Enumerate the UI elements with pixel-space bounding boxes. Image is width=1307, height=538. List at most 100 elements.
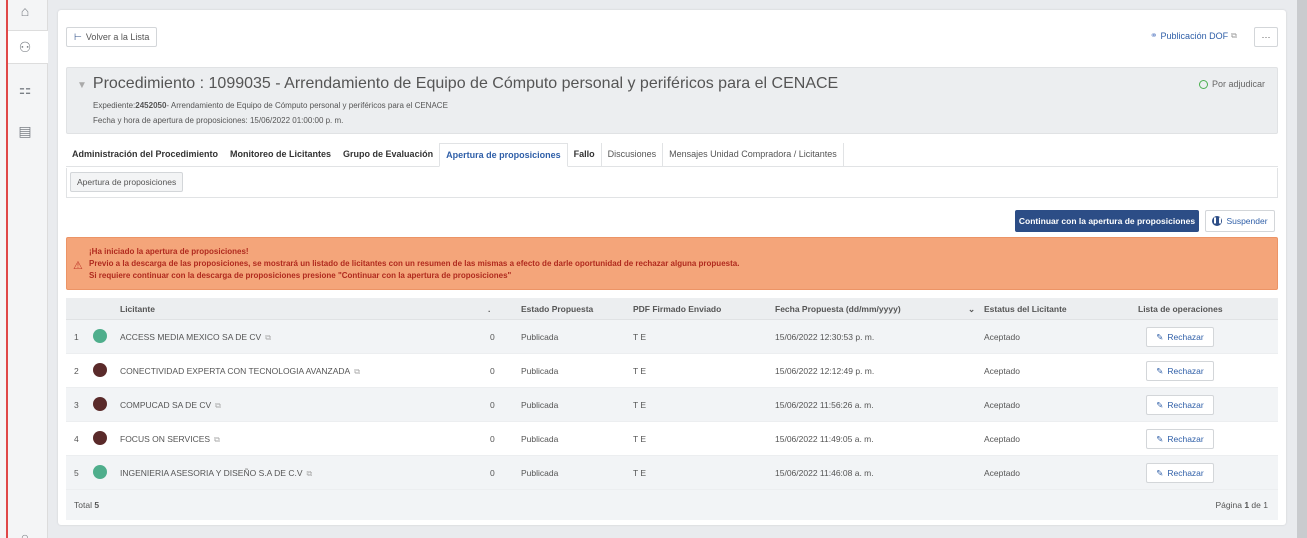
reject-button[interactable]: ✎ Rechazar xyxy=(1146,463,1214,483)
pdf-signed: T E xyxy=(633,400,647,410)
tab-mensajes[interactable]: Mensajes Unidad Compradora / Licitantes xyxy=(662,143,844,166)
suspend-button[interactable]: ❚❚ Suspender xyxy=(1205,210,1275,232)
proposal-date: 15/06/2022 11:56:26 a. m. xyxy=(775,400,874,410)
external-link-icon[interactable]: ⧉ xyxy=(265,333,271,342)
back-to-list-button[interactable]: ⊢ Volver a la Lista xyxy=(66,27,158,47)
expediente-label: Expediente: xyxy=(93,101,136,110)
subtab-apertura[interactable]: Apertura de proposiciones xyxy=(70,172,184,192)
total-value: 5 xyxy=(94,500,100,510)
tab-administracion[interactable]: Administración del Procedimiento xyxy=(66,143,224,166)
back-to-list-label: Volver a la Lista xyxy=(85,32,150,42)
edit-icon: ✎ xyxy=(1156,433,1164,444)
bidder-avatar-icon xyxy=(93,397,107,411)
proposal-state: Publicada xyxy=(521,468,559,478)
dof-publication-link[interactable]: ⚭ Publicación DOF ⧉ xyxy=(1150,30,1237,41)
proposal-date: 15/06/2022 12:12:49 p. m. xyxy=(775,366,875,376)
tab-discusiones[interactable]: Discusiones xyxy=(600,143,663,166)
external-link-icon[interactable]: ⧉ xyxy=(215,401,221,410)
reject-button[interactable]: ✎ Rechazar xyxy=(1146,429,1214,449)
reject-button[interactable]: ✎ Rechazar xyxy=(1146,327,1214,347)
sort-chevron-icon[interactable]: ⌄ xyxy=(968,304,975,315)
reject-label: Rechazar xyxy=(1167,468,1204,478)
left-rail: ⌂ ⚇ ⚏ ▤ ○ xyxy=(0,0,48,538)
edit-icon: ✎ xyxy=(1156,467,1164,478)
reject-button[interactable]: ✎ Rechazar xyxy=(1146,395,1214,415)
edit-icon: ✎ xyxy=(1156,399,1164,410)
procedure-tabs: Administración del Procedimiento Monitor… xyxy=(66,143,1278,167)
expediente-line: Expediente:2452050- Arrendamiento de Equ… xyxy=(93,101,448,110)
scrollbar[interactable] xyxy=(1297,0,1307,538)
alert-line-3: Si requiere continuar con la descarga de… xyxy=(89,271,512,280)
bidder-name-text: INGENIERIA ASESORIA Y DISEÑO S.A DE C.V xyxy=(120,468,303,478)
proposal-count: 0 xyxy=(490,468,495,478)
alert-line-1: ¡Ha iniciado la apertura de proposicione… xyxy=(89,247,249,256)
proposal-state: Publicada xyxy=(521,400,559,410)
expediente-desc: - Arrendamiento de Equipo de Cómputo per… xyxy=(166,101,448,110)
external-link-icon[interactable]: ⧉ xyxy=(307,469,313,478)
continue-apertura-button[interactable]: Continuar con la apertura de proposicion… xyxy=(1015,210,1199,232)
header-fecha[interactable]: Fecha Propuesta (dd/mm/yyyy) xyxy=(775,304,901,314)
suspend-label: Suspender xyxy=(1226,216,1268,226)
header-licitante[interactable]: Licitante xyxy=(120,304,155,314)
page-total: 1 xyxy=(1263,500,1268,510)
expediente-number: 2452050 xyxy=(135,101,167,110)
alert-line-2: Previo a la descarga de las proposicione… xyxy=(89,259,740,268)
home-icon[interactable]: ⌂ xyxy=(16,2,34,20)
row-number: 2 xyxy=(74,366,79,376)
tab-monitoreo[interactable]: Monitoreo de Licitantes xyxy=(224,143,337,166)
dof-icon: ⚭ xyxy=(1150,30,1158,40)
row-number: 5 xyxy=(74,468,79,478)
external-link-icon[interactable]: ⧉ xyxy=(214,435,220,444)
reject-label: Rechazar xyxy=(1167,400,1204,410)
bidder-status: Aceptado xyxy=(984,400,1020,410)
reject-button[interactable]: ✎ Rechazar xyxy=(1146,361,1214,381)
header-estatus[interactable]: Estatus del Licitante xyxy=(984,304,1067,314)
table-row: 3 COMPUCAD SA DE CV ⧉ 0 Publicada T E 15/06/20… xyxy=(66,388,1278,422)
bidder-name[interactable]: FOCUS ON SERVICES ⧉ xyxy=(120,434,220,445)
pdf-signed: T E xyxy=(633,434,647,444)
procedure-title[interactable]: ▼ Procedimiento : 1099035 - Arrendamiento… xyxy=(77,75,838,93)
bidder-name[interactable]: ACCESS MEDIA MEXICO SA DE CV ⧉ xyxy=(120,332,271,343)
apertura-date: Fecha y hora de apertura de proposicione… xyxy=(93,116,344,125)
page-of-label: de xyxy=(1251,500,1261,510)
edit-icon: ✎ xyxy=(1156,331,1164,342)
pdf-signed: T E xyxy=(633,332,647,342)
proposal-date: 15/06/2022 12:30:53 p. m. xyxy=(775,332,875,342)
reject-label: Rechazar xyxy=(1167,332,1204,342)
table-row: 4 FOCUS ON SERVICES ⧉ 0 Publicada T E 15/06/20… xyxy=(66,422,1278,456)
row-number: 1 xyxy=(74,332,79,342)
pause-icon: ❚❚ xyxy=(1212,216,1223,226)
pagination: Página 1 de 1 xyxy=(1215,500,1268,510)
proposal-state: Publicada xyxy=(521,366,559,376)
bidder-avatar-icon xyxy=(93,431,107,445)
documents-icon[interactable]: ▤ xyxy=(16,122,34,140)
bidder-name-text: FOCUS ON SERVICES xyxy=(120,434,211,444)
tab-grupo-evaluacion[interactable]: Grupo de Evaluación xyxy=(337,143,439,166)
pdf-signed: T E xyxy=(633,366,647,376)
bidder-name[interactable]: COMPUCAD SA DE CV ⧉ xyxy=(120,400,221,411)
external-link-icon[interactable]: ⧉ xyxy=(354,367,360,376)
header-estado[interactable]: Estado Propuesta xyxy=(521,304,593,314)
bidders-table: Licitante . Estado Propuesta PDF Firmado… xyxy=(66,298,1278,520)
back-arrow-icon: ⊢ xyxy=(74,31,82,42)
warning-icon: ⚠ xyxy=(73,260,83,272)
bidder-status: Aceptado xyxy=(984,332,1020,342)
bidder-name[interactable]: CONECTIVIDAD EXPERTA CON TECNOLOGIA AVAN… xyxy=(120,366,360,377)
more-options-button[interactable]: ··· xyxy=(1254,27,1278,47)
handshake-icon[interactable]: ⚇ xyxy=(16,38,34,56)
tab-apertura[interactable]: Apertura de proposiciones xyxy=(439,143,568,167)
bidder-avatar-icon xyxy=(93,329,107,343)
header-dot: . xyxy=(488,304,491,314)
bidder-name-text: CONECTIVIDAD EXPERTA CON TECNOLOGIA AVAN… xyxy=(120,366,351,376)
proposal-count: 0 xyxy=(490,400,495,410)
organization-icon[interactable]: ⚏ xyxy=(16,80,34,98)
proposal-date: 15/06/2022 11:49:05 a. m. xyxy=(775,434,874,444)
table-row: 1 ACCESS MEDIA MEXICO SA DE CV ⧉ 0 Publicada… xyxy=(66,320,1278,354)
help-icon[interactable]: ○ xyxy=(16,528,34,538)
bidder-status: Aceptado xyxy=(984,434,1020,444)
header-pdf[interactable]: PDF Firmado Enviado xyxy=(633,304,721,314)
bidder-name[interactable]: INGENIERIA ASESORIA Y DISEÑO S.A DE C.V ⧉ xyxy=(120,468,312,479)
collapse-chevron-icon[interactable]: ▼ xyxy=(77,80,87,91)
tab-fallo[interactable]: Fallo xyxy=(568,143,601,166)
row-number: 4 xyxy=(74,434,79,444)
